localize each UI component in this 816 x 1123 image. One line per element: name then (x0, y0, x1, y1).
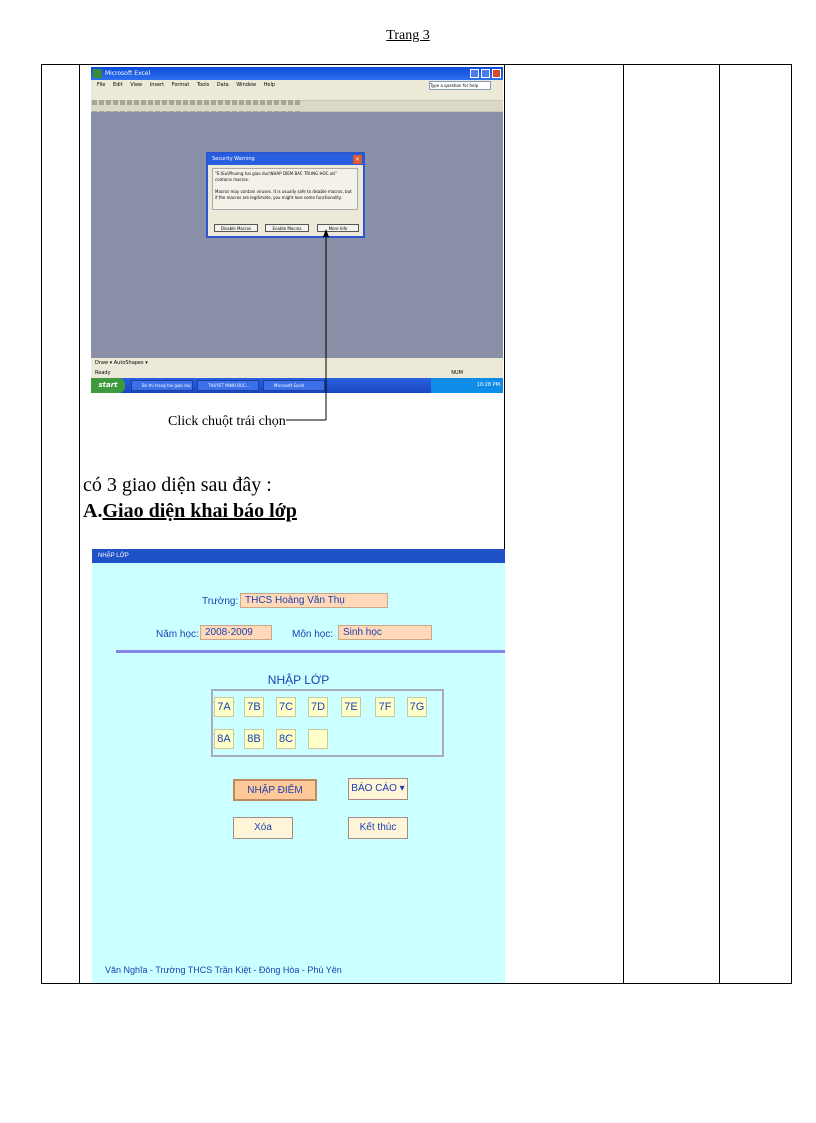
class-input[interactable]: 7F (375, 697, 395, 717)
section-heading: A.Giao diện khai báo lớp (83, 500, 297, 523)
enter-scores-button[interactable]: NHẬP ĐIỂM (233, 779, 317, 801)
class-input[interactable]: 7E (341, 697, 361, 717)
class-input[interactable]: 7G (407, 697, 427, 717)
content-table: Microsoft Excel File Edit View Insert Fo… (41, 64, 792, 984)
class-input[interactable]: 7D (308, 697, 328, 717)
class-input[interactable] (308, 729, 328, 749)
form-title-bar: NHẬP LỚP (92, 549, 505, 563)
page-header: Trang 3 (386, 28, 430, 43)
table-cell-col3 (504, 64, 624, 984)
table-cell-content: Microsoft Excel File Edit View Insert Fo… (79, 64, 505, 984)
intro-text: có 3 giao diện sau đây : (83, 474, 272, 496)
year-field[interactable]: 2008-2009 (200, 625, 272, 640)
class-input[interactable]: 8A (214, 729, 234, 749)
school-field[interactable]: THCS Hoàng Văn Thụ (240, 593, 388, 608)
report-label: BÁO CÁO (351, 783, 397, 794)
divider-line (116, 650, 505, 653)
form-footer: Văn Nghĩa - Trường THCS Trần Kiệt - Đông… (105, 965, 342, 975)
class-input[interactable]: 7C (276, 697, 296, 717)
class-input[interactable]: 8B (244, 729, 264, 749)
subject-field[interactable]: Sinh học (338, 625, 432, 640)
finish-button[interactable]: Kết thúc (348, 817, 408, 839)
click-instruction: Click chuột trái chọn (168, 414, 286, 429)
school-label: Trường: (202, 596, 239, 607)
class-input[interactable]: 8C (276, 729, 296, 749)
table-cell-col4 (623, 64, 720, 984)
chevron-down-icon: ▾ (399, 783, 405, 794)
table-cell-number (41, 64, 80, 984)
heading-title: Giao diện khai báo lớp (102, 500, 297, 522)
class-input[interactable]: 7B (244, 697, 264, 717)
callout-arrow (286, 229, 329, 421)
class-section-title: NHẬP LỚP (267, 673, 330, 687)
report-dropdown[interactable]: BÁO CÁO ▾ (348, 778, 408, 800)
subject-label: Môn học: (292, 629, 334, 640)
nhap-lop-form: NHẬP LỚP Trường: THCS Hoàng Văn Thụ Năm … (92, 549, 505, 983)
heading-prefix: A. (83, 500, 103, 522)
delete-button[interactable]: Xóa (233, 817, 293, 839)
table-cell-col5 (719, 64, 792, 984)
year-label: Năm học: (156, 629, 199, 640)
class-input[interactable]: 7A (214, 697, 234, 717)
